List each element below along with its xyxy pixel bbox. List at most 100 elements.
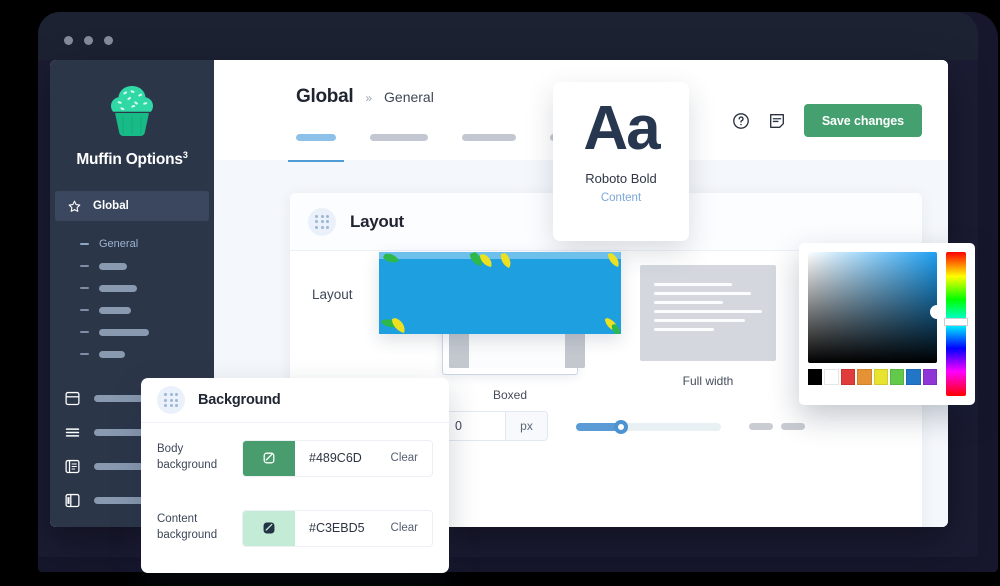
brand-title: Muffin Options3 <box>50 150 214 169</box>
window-controls[interactable] <box>64 36 113 45</box>
star-icon <box>68 200 81 212</box>
sidebar-item-global[interactable]: Global <box>55 191 209 222</box>
body-background-swatch[interactable] <box>243 440 295 476</box>
breadcrumb-root[interactable]: Global <box>296 86 354 108</box>
width-slider[interactable] <box>576 420 721 434</box>
color-picker-popover <box>799 243 975 405</box>
content-background-clear-button[interactable]: Clear <box>391 511 432 546</box>
swatch-orange[interactable] <box>857 369 872 385</box>
placeholder-bar <box>99 284 137 292</box>
screenshot-root: Muffin Options3 Global General Global » … <box>0 0 1000 586</box>
saturation-value-area[interactable] <box>808 252 937 363</box>
dash-icon <box>80 243 89 246</box>
color-picker-main <box>808 252 937 396</box>
sidebar-subitem-placeholder[interactable] <box>80 255 214 277</box>
swatch-black[interactable] <box>808 369 823 385</box>
breadcrumb-current: General <box>384 89 434 105</box>
tab-tertiary[interactable] <box>462 122 516 152</box>
sidebar-subitem-placeholder[interactable] <box>80 277 214 299</box>
color-swatch-row <box>808 369 937 385</box>
dash-icon <box>80 309 89 312</box>
drag-grid-icon[interactable] <box>308 207 336 236</box>
swatch-white[interactable] <box>824 369 839 385</box>
body-background-hex[interactable]: #489C6D <box>295 441 391 476</box>
hue-column <box>944 252 968 396</box>
drag-grid-icon[interactable] <box>157 386 185 414</box>
extra-controls-placeholder <box>749 422 805 430</box>
logo-wrap <box>50 82 214 140</box>
sidebar-sub-list: General <box>50 233 214 365</box>
body-background-field[interactable]: #489C6D Clear <box>242 439 433 477</box>
width-input[interactable]: 0 <box>443 412 505 440</box>
sidebar-subitem-placeholder[interactable] <box>80 299 214 321</box>
body-background-clear-button[interactable]: Clear <box>391 441 432 476</box>
eyedropper-icon <box>263 522 275 534</box>
window-dot-maximize[interactable] <box>104 36 113 45</box>
dash-icon <box>80 353 89 356</box>
placeholder-bar <box>99 328 149 336</box>
placeholder-bar <box>99 262 127 270</box>
placeholder-bar <box>781 422 805 430</box>
header-actions: Save changes <box>732 104 922 137</box>
content-background-swatch[interactable] <box>243 510 295 546</box>
muffin-icon <box>111 86 154 136</box>
font-name-label: Roboto Bold <box>585 171 657 187</box>
menu-lines-icon <box>65 427 80 437</box>
sidebar-subitem-general-label: General <box>99 238 139 251</box>
eyedropper-icon <box>263 452 275 464</box>
background-panel: Background Body background #489C6D Clear… <box>141 378 449 573</box>
tab-general[interactable] <box>288 122 344 162</box>
breadcrumb-separator-icon: » <box>365 91 373 105</box>
layout-choice-boxed-label: Boxed <box>492 388 528 402</box>
fullwidth-thumbnail <box>640 265 776 361</box>
swatch-purple[interactable] <box>922 369 937 385</box>
sidebar-subitem-placeholder[interactable] <box>80 321 214 343</box>
tab-bar <box>288 122 586 162</box>
width-input-group[interactable]: 0 px <box>442 411 548 441</box>
note-icon[interactable] <box>768 112 786 130</box>
layout-choice-fullwidth[interactable]: Full width <box>640 265 776 402</box>
content-background-row: Content background #C3EBD5 Clear <box>141 493 449 563</box>
hue-slider[interactable] <box>944 252 968 396</box>
content-background-label: Content background <box>157 513 218 541</box>
layout-card-title: Layout <box>350 211 404 231</box>
list-panel-icon <box>65 459 80 473</box>
placeholder-bar <box>99 306 131 314</box>
placeholder-bar <box>99 350 125 358</box>
swatch-yellow[interactable] <box>873 369 888 385</box>
help-circle-icon[interactable] <box>732 112 750 130</box>
sidebar-subitem-general[interactable]: General <box>80 233 214 255</box>
window-titlebar <box>38 12 978 60</box>
layout-choice-fullwidth-label: Full width <box>682 374 734 388</box>
sidebar-item-global-label: Global <box>93 200 129 213</box>
swatch-green[interactable] <box>889 369 905 385</box>
font-sample-text: Aa <box>583 94 660 163</box>
window-dot-close[interactable] <box>64 36 73 45</box>
body-background-label: Body background <box>157 443 218 471</box>
dash-icon <box>80 265 89 268</box>
hue-slider-knob[interactable] <box>944 318 968 327</box>
sidebar-subitem-placeholder[interactable] <box>80 343 214 365</box>
background-panel-title: Background <box>198 392 281 408</box>
tab-secondary[interactable] <box>370 122 428 152</box>
content-background-hex[interactable]: #C3EBD5 <box>295 511 391 546</box>
tab-label-placeholder <box>296 133 336 141</box>
swatch-red[interactable] <box>840 369 856 385</box>
tab-label-placeholder <box>370 133 428 141</box>
swatch-blue[interactable] <box>906 369 921 385</box>
placeholder-bar <box>749 422 773 430</box>
slider-knob[interactable] <box>614 420 628 434</box>
sidebar-layout-icon <box>65 493 80 507</box>
tab-label-placeholder <box>462 133 516 141</box>
background-preview-image[interactable] <box>379 252 621 334</box>
font-kind-label[interactable]: Content <box>553 192 689 204</box>
saturation-value-cursor[interactable] <box>930 305 937 319</box>
window-dot-minimize[interactable] <box>84 36 93 45</box>
layout-row-label: Layout <box>312 287 353 302</box>
body-background-row: Body background #489C6D Clear <box>141 423 449 493</box>
brand-name: Muffin Options <box>76 151 183 169</box>
content-background-field[interactable]: #C3EBD5 Clear <box>242 509 433 547</box>
preview-image-graphic <box>379 252 621 334</box>
save-changes-button[interactable]: Save changes <box>803 104 922 137</box>
font-preview-card[interactable]: Aa Roboto Bold Content <box>553 82 689 241</box>
